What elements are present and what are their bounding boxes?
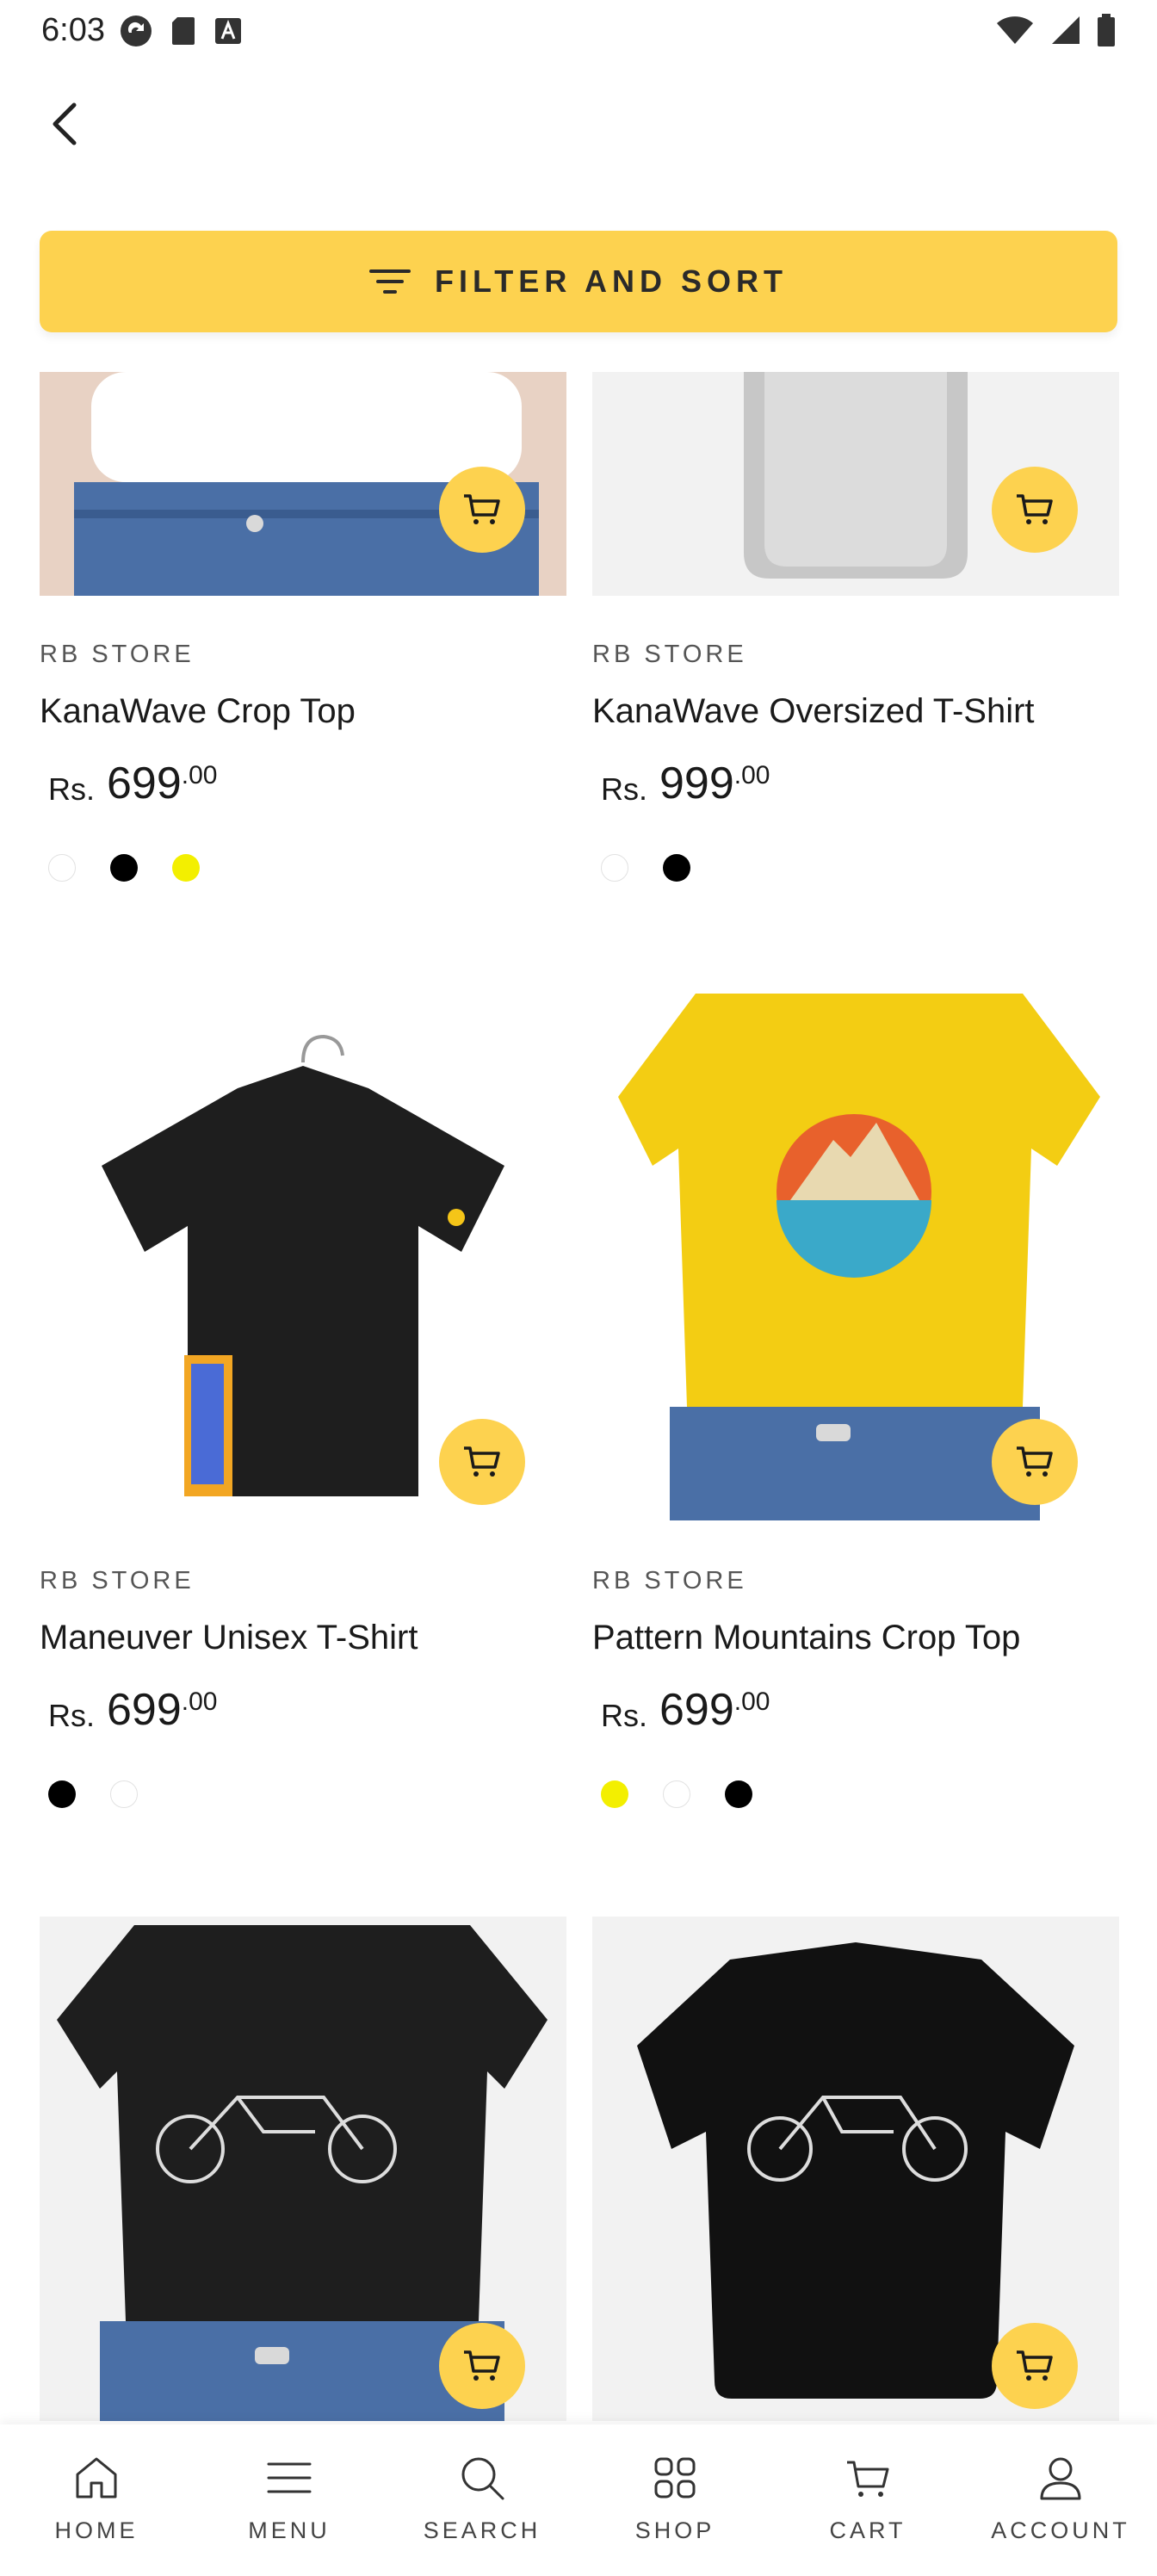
swatch-white[interactable] [663, 1780, 690, 1808]
product-card[interactable] [40, 1917, 566, 2421]
product-grid: RB STORE KanaWave Crop Top Rs. 699 .00 R… [0, 372, 1157, 2421]
filter-and-sort-button[interactable]: FILTER AND SORT [40, 231, 1117, 332]
cart-icon [1017, 2350, 1053, 2381]
sync-icon [121, 15, 152, 46]
swatch-yellow[interactable] [172, 854, 200, 882]
product-brand: RB STORE [592, 1567, 747, 1595]
nav-menu[interactable]: MENU [193, 2424, 386, 2576]
status-time: 6:03 [41, 12, 105, 48]
color-swatches [601, 1780, 752, 1808]
product-price: Rs. 699 .00 [48, 1685, 218, 1735]
nav-home-label: HOME [54, 2517, 139, 2543]
product-price: Rs. 699 .00 [601, 1685, 770, 1735]
color-swatches [601, 854, 690, 882]
filter-and-sort-label: FILTER AND SORT [435, 263, 788, 299]
nav-search-label: SEARCH [423, 2517, 541, 2543]
product-name[interactable]: Maneuver Unisex T-Shirt [40, 1619, 418, 1657]
product-image[interactable] [592, 372, 1119, 596]
chevron-left-icon [53, 102, 77, 146]
product-price: Rs. 699 .00 [48, 759, 218, 808]
product-name[interactable]: Pattern Mountains Crop Top [592, 1619, 1020, 1657]
home-icon [76, 2457, 117, 2499]
color-swatches [48, 854, 200, 882]
cart-icon [1017, 1446, 1053, 1477]
filter-icon [369, 269, 411, 294]
product-brand: RB STORE [40, 1567, 195, 1595]
product-name[interactable]: KanaWave Crop Top [40, 692, 356, 731]
user-icon [1040, 2457, 1081, 2500]
product-name[interactable]: KanaWave Oversized T-Shirt [592, 692, 1035, 731]
add-to-cart-button[interactable] [439, 2323, 525, 2409]
cart-icon [464, 1446, 500, 1477]
status-bar: 6:03 [0, 0, 1157, 62]
swatch-yellow[interactable] [601, 1780, 628, 1808]
swatch-black[interactable] [48, 1780, 76, 1808]
product-card[interactable]: RB STORE KanaWave Oversized T-Shirt Rs. … [592, 372, 1119, 923]
nav-account-label: ACCOUNT [991, 2517, 1130, 2543]
nav-shop[interactable]: SHOP [578, 2424, 771, 2576]
nav-search[interactable]: SEARCH [386, 2424, 578, 2576]
cart-icon [464, 2350, 500, 2381]
battery-icon [1098, 14, 1115, 46]
back-button[interactable] [38, 96, 93, 152]
signal-icon [1052, 16, 1080, 44]
product-card[interactable]: RB STORE Pattern Mountains Crop Top Rs. … [592, 994, 1119, 1855]
font-icon [215, 18, 241, 44]
product-image[interactable] [592, 1917, 1119, 2421]
sd-card-icon [172, 17, 195, 45]
product-image[interactable] [40, 1917, 566, 2421]
swatch-black[interactable] [110, 854, 138, 882]
add-to-cart-button[interactable] [439, 467, 525, 553]
swatch-white[interactable] [601, 854, 628, 882]
swatch-white[interactable] [48, 854, 76, 882]
product-card[interactable]: RB STORE Maneuver Unisex T-Shirt Rs. 699… [40, 994, 566, 1855]
add-to-cart-button[interactable] [992, 2323, 1078, 2409]
product-brand: RB STORE [592, 641, 747, 668]
menu-icon [267, 2462, 312, 2493]
product-price: Rs. 999 .00 [601, 759, 770, 808]
product-image[interactable] [40, 994, 566, 1520]
cart-icon [464, 494, 500, 524]
nav-home[interactable]: HOME [0, 2424, 193, 2576]
swatch-black[interactable] [725, 1780, 752, 1808]
product-card[interactable]: RB STORE KanaWave Crop Top Rs. 699 .00 [40, 372, 566, 923]
swatch-black[interactable] [663, 854, 690, 882]
nav-menu-label: MENU [248, 2517, 331, 2543]
swatch-white[interactable] [110, 1780, 138, 1808]
color-swatches [48, 1780, 138, 1808]
nav-cart[interactable]: CART [771, 2424, 964, 2576]
nav-account[interactable]: ACCOUNT [964, 2424, 1157, 2576]
bottom-navigation: HOME MENU SEARCH SHOP CART ACCOUNT [0, 2424, 1157, 2576]
add-to-cart-button[interactable] [439, 1419, 525, 1505]
add-to-cart-button[interactable] [992, 467, 1078, 553]
grid-icon [654, 2457, 696, 2499]
product-image[interactable] [40, 372, 566, 596]
search-icon [461, 2457, 504, 2500]
cart-icon [847, 2461, 889, 2497]
nav-shop-label: SHOP [634, 2517, 715, 2543]
product-brand: RB STORE [40, 641, 195, 668]
product-card[interactable] [592, 1917, 1119, 2421]
wifi-icon [997, 16, 1033, 44]
product-image[interactable] [592, 994, 1119, 1520]
nav-cart-label: CART [829, 2517, 906, 2543]
add-to-cart-button[interactable] [992, 1419, 1078, 1505]
cart-icon [1017, 494, 1053, 524]
